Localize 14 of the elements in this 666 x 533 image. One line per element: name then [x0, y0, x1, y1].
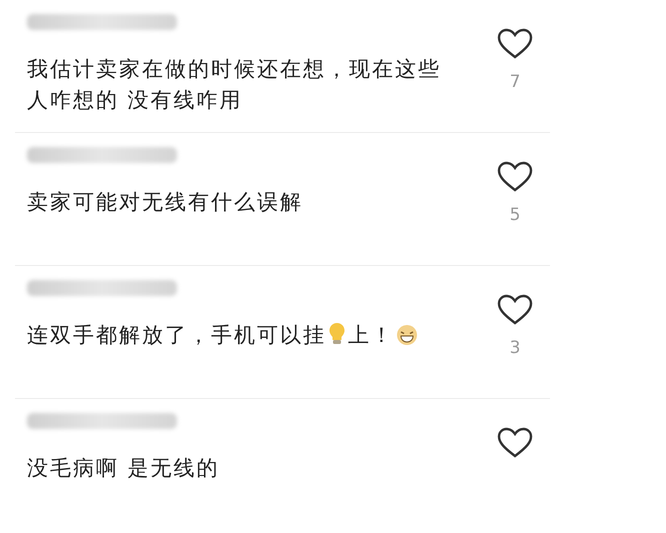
heart-icon[interactable] — [497, 28, 533, 60]
comment-text: 上！ — [348, 323, 394, 347]
heart-icon[interactable] — [497, 294, 533, 326]
heart-icon[interactable] — [497, 161, 533, 193]
comment-text: 卖家可能对无线有什么误解 — [27, 190, 303, 214]
like-count: 3 — [510, 337, 520, 360]
lightbulb-icon — [328, 322, 346, 346]
like-count: 5 — [510, 204, 520, 227]
comment-text: 没毛病啊 是无线的 — [27, 456, 220, 480]
grinning-face-icon — [396, 324, 418, 346]
comment-text: 我估计卖家在做的时候还在想，现在这些人咋想的 没有线咋用 — [27, 57, 441, 112]
like-count: 7 — [510, 71, 520, 94]
comment-text: 连双手都解放了，手机可以挂 — [27, 323, 326, 347]
heart-icon[interactable] — [497, 427, 533, 459]
